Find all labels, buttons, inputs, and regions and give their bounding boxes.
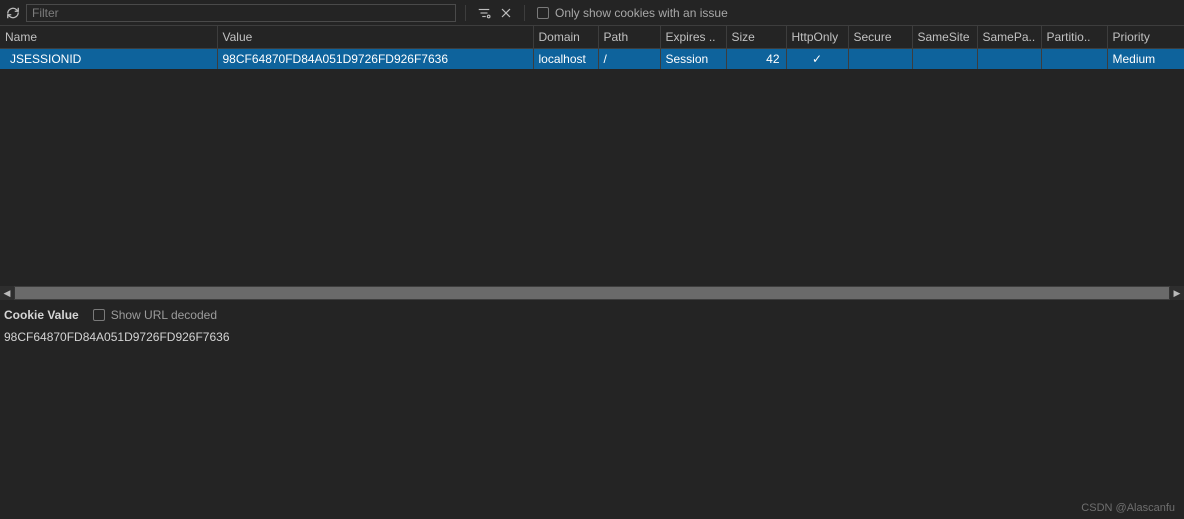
col-header-samesite[interactable]: SameSite [912,26,977,48]
table-row[interactable]: JSESSIONID 98CF64870FD84A051D9726FD926F7… [0,48,1184,69]
only-issues-checkbox[interactable] [537,7,549,19]
toolbar-divider [465,5,466,21]
scroll-left-arrow-icon[interactable]: ◀ [0,286,14,300]
col-header-path[interactable]: Path [598,26,660,48]
cell-partition [1041,48,1107,69]
cell-domain: localhost [533,48,598,69]
cell-httponly: ✓ [786,48,848,69]
clear-icon[interactable] [497,4,515,22]
cell-samepa [977,48,1041,69]
cell-size: 42 [726,48,786,69]
only-issues-label: Only show cookies with an issue [555,6,728,20]
col-header-secure[interactable]: Secure [848,26,912,48]
col-header-domain[interactable]: Domain [533,26,598,48]
cookies-table: Name Value Domain Path Expires .. Size H… [0,26,1184,69]
cell-expires: Session [660,48,726,69]
details-title: Cookie Value [4,308,79,322]
cell-samesite [912,48,977,69]
refresh-icon[interactable] [4,4,22,22]
cell-name: JSESSIONID [0,48,217,69]
col-header-size[interactable]: Size [726,26,786,48]
cookie-details-panel: Cookie Value Show URL decoded 98CF64870F… [0,300,1184,519]
col-header-expires[interactable]: Expires .. [660,26,726,48]
toolbar-divider-2 [524,5,525,21]
only-issues-checkbox-wrap[interactable]: Only show cookies with an issue [537,6,728,20]
toolbar: Only show cookies with an issue [0,0,1184,26]
col-header-samepa[interactable]: SamePa.. [977,26,1041,48]
details-header: Cookie Value Show URL decoded [4,308,1180,322]
table-header-row: Name Value Domain Path Expires .. Size H… [0,26,1184,48]
col-header-name[interactable]: Name [0,26,217,48]
show-url-decoded-wrap[interactable]: Show URL decoded [93,308,217,322]
horizontal-scrollbar[interactable]: ◀ ▶ [0,286,1184,300]
cell-secure [848,48,912,69]
scroll-right-arrow-icon[interactable]: ▶ [1170,286,1184,300]
cell-priority: Medium [1107,48,1184,69]
details-value: 98CF64870FD84A051D9726FD926F7636 [4,328,1180,344]
col-header-value[interactable]: Value [217,26,533,48]
cell-path: / [598,48,660,69]
show-url-decoded-label: Show URL decoded [111,308,217,322]
watermark: CSDN @Alascanfu [1078,501,1178,515]
scrollbar-track[interactable] [15,287,1169,299]
col-header-priority[interactable]: Priority [1107,26,1184,48]
col-header-partition[interactable]: Partitio.. [1041,26,1107,48]
cell-value: 98CF64870FD84A051D9726FD926F7636 [217,48,533,69]
show-url-decoded-checkbox[interactable] [93,309,105,321]
filter-input[interactable] [26,4,456,22]
filter-options-icon[interactable] [475,4,493,22]
cookies-table-wrap: Name Value Domain Path Expires .. Size H… [0,26,1184,286]
col-header-httponly[interactable]: HttpOnly [786,26,848,48]
